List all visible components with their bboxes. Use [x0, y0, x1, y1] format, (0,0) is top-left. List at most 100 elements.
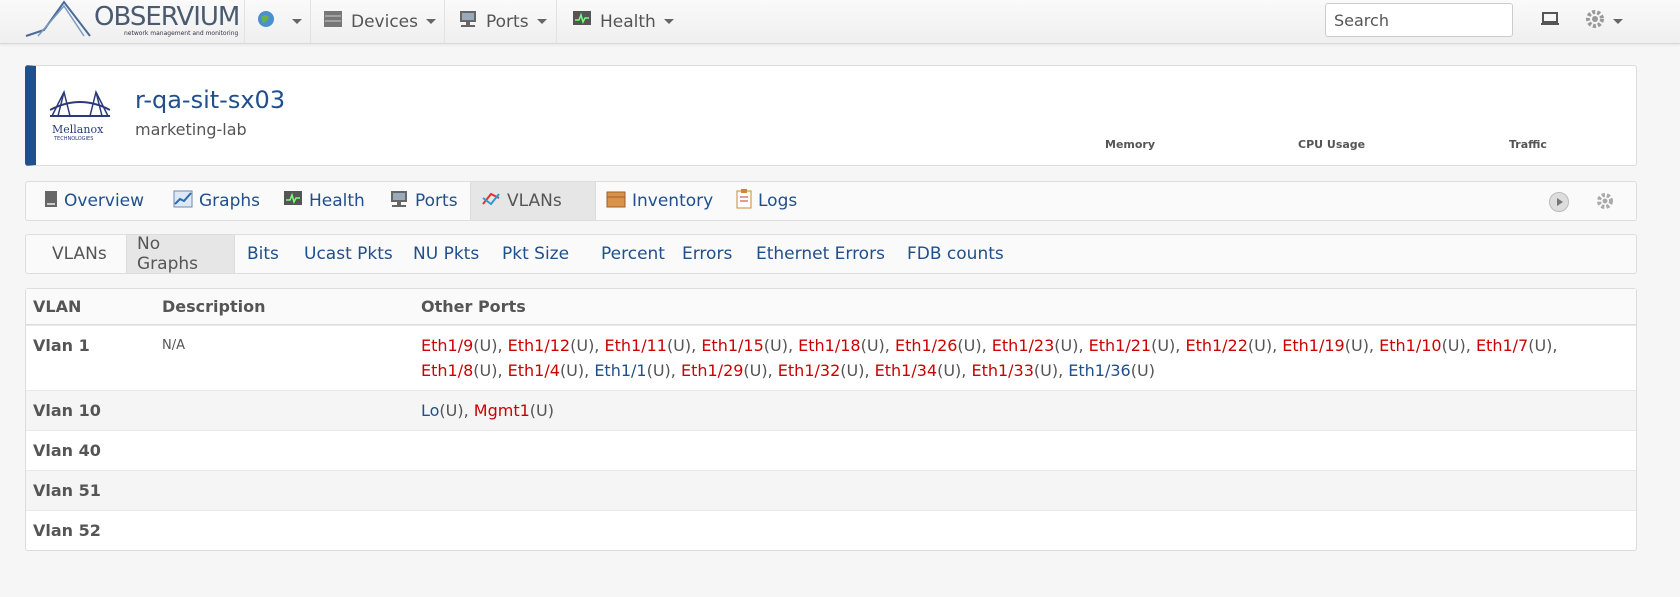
port-link[interactable]: Eth1/8	[421, 361, 473, 380]
table-row: Vlan 1 N/A Eth1/9(U), Eth1/12(U), Eth1/11(…	[26, 325, 1636, 390]
port-tag: (U)	[529, 401, 554, 420]
gear-icon[interactable]	[1596, 192, 1614, 210]
vlan-description	[155, 430, 414, 470]
logo-mountain-icon	[25, 0, 91, 37]
vlan-ports: Eth1/9(U), Eth1/12(U), Eth1/11(U), Eth1/…	[414, 325, 1636, 390]
port-link[interactable]: Eth1/23	[992, 336, 1054, 355]
tab-health[interactable]: Health	[273, 182, 375, 220]
port-link[interactable]: Eth1/11	[604, 336, 666, 355]
tab-ports[interactable]: Ports	[379, 182, 468, 220]
vlan-description	[155, 390, 414, 430]
tab-ucast-pkts[interactable]: Ucast Pkts	[294, 235, 403, 273]
vlan-name[interactable]: Vlan 52	[26, 510, 155, 550]
vlan-name[interactable]: Vlan 10	[26, 390, 155, 430]
port-link[interactable]: Eth1/19	[1282, 336, 1344, 355]
globe-icon	[256, 9, 276, 34]
laptop-button[interactable]	[1540, 0, 1560, 43]
traffic-graph-label: Traffic	[1509, 138, 1547, 151]
tab-bits[interactable]: Bits	[237, 235, 289, 273]
tab-inventory[interactable]: Inventory	[596, 182, 723, 220]
chevron-down-icon	[426, 19, 436, 24]
port-link[interactable]: Eth1/34	[875, 361, 937, 380]
logo-text: OBSERVIUM	[94, 2, 240, 32]
port-link[interactable]: Eth1/33	[971, 361, 1033, 380]
tab-ethernet-errors[interactable]: Ethernet Errors	[746, 235, 895, 273]
port-link[interactable]: Eth1/9	[421, 336, 473, 355]
table-row: Vlan 40	[26, 430, 1636, 470]
tab-vlans-label: VLANs	[507, 191, 562, 211]
network-icon	[458, 10, 478, 33]
port-link[interactable]: Eth1/10	[1379, 336, 1441, 355]
header-vlan: VLAN	[26, 289, 155, 325]
globe-menu[interactable]	[256, 0, 302, 43]
tab-graphs-label: Graphs	[199, 191, 261, 211]
tab-fdb-counts[interactable]: FDB counts	[897, 235, 1014, 273]
vlan-description	[155, 470, 414, 510]
port-tag: (U),	[1344, 336, 1380, 355]
port-link[interactable]: Eth1/12	[508, 336, 570, 355]
vlans-section-label: VLANs	[52, 244, 107, 264]
vlan-name[interactable]: Vlan 1	[26, 325, 155, 390]
vlan-icon	[481, 190, 501, 213]
device-name[interactable]: r-qa-sit-sx03	[135, 86, 285, 114]
vlan-ports: Lo(U), Mgmt1(U)	[414, 390, 1636, 430]
device-location: marketing-lab	[135, 120, 247, 139]
nav-ports[interactable]: Ports	[458, 0, 547, 43]
chevron-down-icon	[663, 19, 674, 24]
tab-overview[interactable]: Overview	[34, 182, 154, 220]
vendor-logo-text: Mellanox	[52, 123, 104, 136]
nav-divider	[310, 0, 311, 43]
logo-tagline: network management and monitoring	[124, 30, 239, 37]
port-link[interactable]: Eth1/18	[798, 336, 860, 355]
monitor-icon	[572, 10, 592, 33]
chevron-down-icon	[1613, 19, 1623, 24]
vlan-name[interactable]: Vlan 51	[26, 470, 155, 510]
nav-divider	[556, 0, 557, 43]
tab-overview-label: Overview	[64, 191, 145, 211]
port-link[interactable]: Eth1/22	[1185, 336, 1247, 355]
port-link[interactable]: Eth1/36	[1068, 361, 1130, 380]
tab-percent[interactable]: Percent	[591, 235, 675, 273]
tab-health-label: Health	[309, 191, 365, 211]
port-link[interactable]: Eth1/1	[594, 361, 646, 380]
port-tag: (U),	[1054, 336, 1089, 355]
nav-devices[interactable]: Devices	[323, 0, 436, 43]
observium-logo[interactable]: OBSERVIUM network management and monitor…	[24, 0, 244, 42]
port-tag: (U),	[937, 361, 972, 380]
port-link[interactable]: Eth1/29	[681, 361, 743, 380]
vendor-logo-sub: TECHNOLOGIES	[54, 136, 94, 142]
vendor-logo[interactable]: Mellanox TECHNOLOGIES	[49, 88, 111, 142]
play-icon[interactable]	[1549, 192, 1569, 212]
nav-ports-label: Ports	[486, 11, 529, 32]
port-link[interactable]: Eth1/32	[778, 361, 840, 380]
nav-health-label: Health	[600, 11, 656, 32]
vlan-name[interactable]: Vlan 40	[26, 430, 155, 470]
clipboard-icon	[736, 188, 752, 214]
port-link[interactable]: Eth1/15	[701, 336, 763, 355]
port-tag: (U),	[570, 336, 605, 355]
port-link[interactable]: Lo	[421, 401, 439, 420]
port-link[interactable]: Eth1/4	[508, 361, 560, 380]
nav-divider	[244, 0, 245, 43]
table-header-row: VLAN Description Other Ports	[26, 289, 1636, 325]
device-header: Mellanox TECHNOLOGIES r-qa-sit-sx03 mark…	[25, 65, 1637, 166]
settings-menu[interactable]	[1585, 0, 1623, 43]
vlan-description	[155, 510, 414, 550]
port-tag: (U),	[1151, 336, 1186, 355]
tab-vlans[interactable]: VLANs	[470, 182, 596, 220]
search-input[interactable]	[1325, 3, 1513, 37]
tab-graphs[interactable]: Graphs	[163, 182, 270, 220]
tab-errors[interactable]: Errors	[672, 235, 742, 273]
tab-logs[interactable]: Logs	[726, 182, 807, 220]
port-link[interactable]: Eth1/26	[895, 336, 957, 355]
nav-health[interactable]: Health	[572, 0, 674, 43]
tab-nu-pkts[interactable]: NU Pkts	[403, 235, 489, 273]
tab-pkt-size[interactable]: Pkt Size	[492, 235, 579, 273]
vlan-view-tabs: VLANs No Graphs Bits Ucast Pkts NU Pkts …	[25, 234, 1637, 274]
port-link[interactable]: Eth1/21	[1089, 336, 1151, 355]
table-row: Vlan 51	[26, 470, 1636, 510]
tab-no-graphs[interactable]: No Graphs	[126, 234, 235, 274]
port-tag: (U),	[439, 401, 474, 420]
port-link[interactable]: Eth1/7	[1476, 336, 1528, 355]
port-link[interactable]: Mgmt1	[474, 401, 530, 420]
